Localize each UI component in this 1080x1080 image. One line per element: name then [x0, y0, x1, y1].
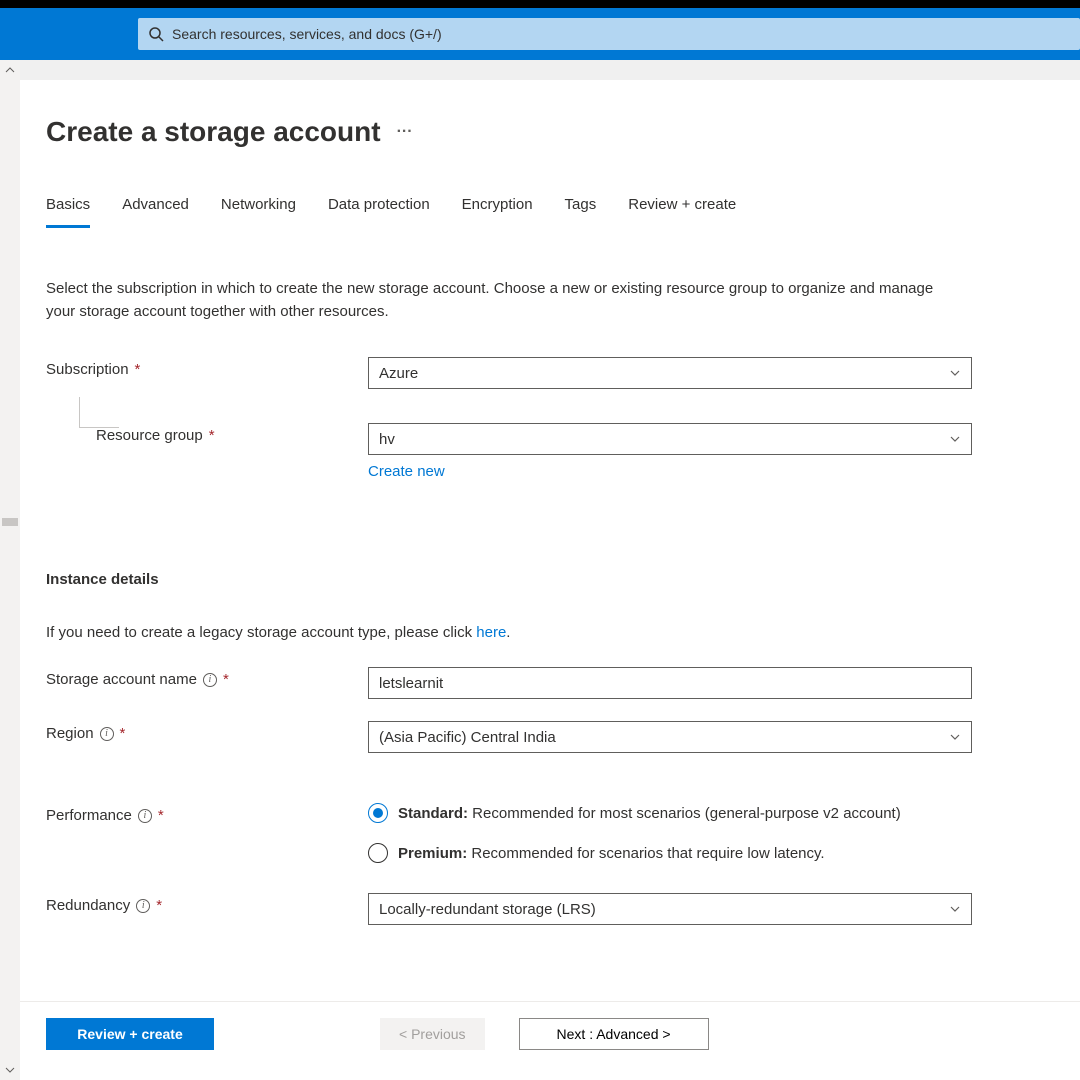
redundancy-select[interactable]: Locally-redundant storage (LRS)	[368, 893, 972, 925]
previous-button: < Previous	[380, 1018, 485, 1050]
storage-account-name-label: Storage account name i *	[46, 667, 368, 688]
blade-content: Create a storage account ··· Basics Adva…	[20, 80, 1080, 1080]
subscription-label: Subscription*	[46, 357, 368, 378]
tab-review-create[interactable]: Review + create	[628, 196, 736, 228]
tab-tags[interactable]: Tags	[565, 196, 597, 228]
tab-advanced[interactable]: Advanced	[122, 196, 189, 228]
scroll-up-icon[interactable]	[2, 62, 18, 78]
performance-premium-radio[interactable]: Premium: Recommended for scenarios that …	[368, 843, 972, 863]
scroll-down-icon[interactable]	[2, 1062, 18, 1078]
redundancy-label: Redundancy i *	[46, 893, 368, 914]
legacy-info: If you need to create a legacy storage a…	[46, 624, 1040, 641]
review-create-button[interactable]: Review + create	[46, 1018, 214, 1050]
tab-networking[interactable]: Networking	[221, 196, 296, 228]
search-icon	[148, 26, 164, 42]
tab-basics[interactable]: Basics	[46, 196, 90, 228]
wizard-tabs: Basics Advanced Networking Data protecti…	[46, 196, 1040, 228]
tab-encryption[interactable]: Encryption	[462, 196, 533, 228]
info-icon[interactable]: i	[203, 673, 217, 687]
create-new-resource-group-link[interactable]: Create new	[368, 463, 445, 480]
scroll-thumb[interactable]	[2, 518, 18, 526]
info-icon[interactable]: i	[136, 899, 150, 913]
intro-text: Select the subscription in which to crea…	[46, 278, 966, 323]
chevron-down-icon	[949, 433, 961, 445]
search-input[interactable]	[172, 26, 1070, 42]
legacy-link[interactable]: here	[476, 624, 506, 641]
left-scrollbar[interactable]	[0, 60, 20, 1080]
radio-icon	[368, 803, 388, 823]
instance-details-heading: Instance details	[46, 571, 1040, 588]
global-search[interactable]	[138, 18, 1080, 50]
radio-icon	[368, 843, 388, 863]
subscription-select[interactable]: Azure	[368, 357, 972, 389]
page-title: Create a storage account ···	[46, 116, 1040, 148]
chevron-down-icon	[949, 731, 961, 743]
tab-data-protection[interactable]: Data protection	[328, 196, 430, 228]
region-select[interactable]: (Asia Pacific) Central India	[368, 721, 972, 753]
region-label: Region i *	[46, 721, 368, 742]
info-icon[interactable]: i	[138, 809, 152, 823]
next-button[interactable]: Next : Advanced >	[519, 1018, 709, 1050]
chevron-down-icon	[949, 367, 961, 379]
more-icon[interactable]: ···	[397, 123, 413, 141]
info-icon[interactable]: i	[100, 727, 114, 741]
storage-account-name-input[interactable]	[368, 667, 972, 699]
portal-header	[0, 8, 1080, 60]
chevron-down-icon	[949, 903, 961, 915]
wizard-footer: Review + create < Previous Next : Advanc…	[20, 1001, 1080, 1050]
performance-label: Performance i *	[46, 803, 368, 824]
resource-group-select[interactable]: hv	[368, 423, 972, 455]
performance-standard-radio[interactable]: Standard: Recommended for most scenarios…	[368, 803, 972, 823]
